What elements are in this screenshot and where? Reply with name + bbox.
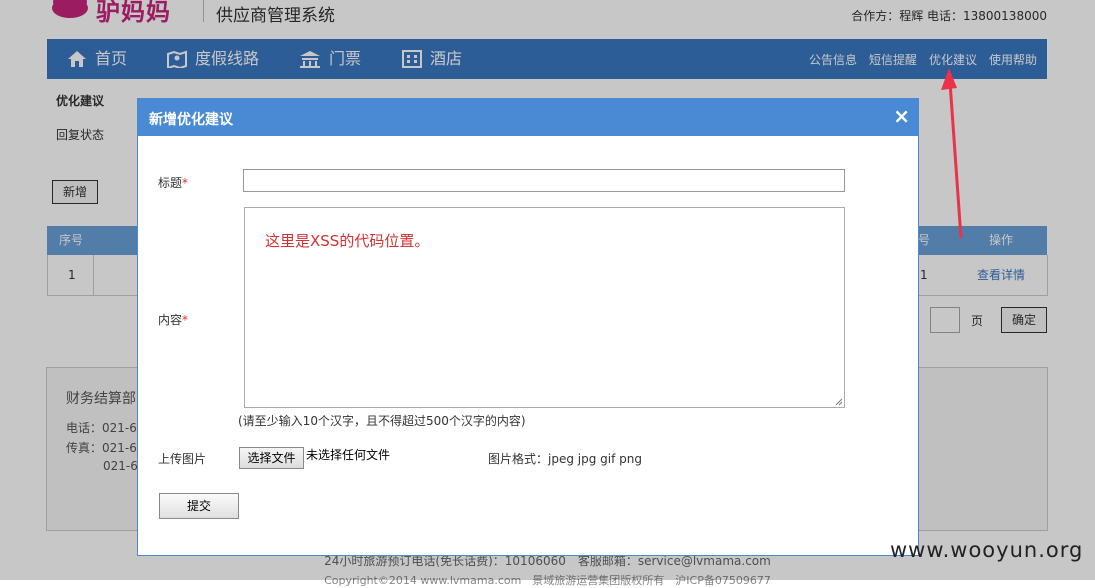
choose-file-button[interactable]: 选择文件 (239, 447, 304, 469)
title-label: 标题* (158, 174, 188, 191)
add-suggestion-dialog: 新增优化建议 × 标题* 内容* 这里是XSS的代码位置。 (请至少输入10个汉… (137, 98, 919, 556)
close-icon[interactable]: × (893, 104, 910, 128)
watermark: www.wooyun.org (890, 538, 1084, 562)
image-format-text: 图片格式：jpeg jpg gif png (488, 452, 642, 466)
resize-handle-icon[interactable] (835, 398, 843, 406)
content-hint: (请至少输入10个汉字，且不得超过500个汉字的内容) (238, 414, 526, 428)
no-file-text: 未选择任何文件 (306, 448, 391, 462)
content-label: 内容* (158, 311, 188, 328)
content-label-text: 内容 (158, 313, 183, 327)
content-textarea[interactable]: 这里是XSS的代码位置。 (244, 207, 845, 408)
required-mark: * (182, 176, 189, 190)
dialog-title: 新增优化建议 (149, 112, 233, 128)
dialog-header: 新增优化建议 × (138, 99, 918, 136)
content-value: 这里是XSS的代码位置。 (265, 232, 430, 250)
required-mark: * (182, 313, 189, 327)
upload-label: 上传图片 (158, 452, 207, 466)
title-input[interactable] (243, 169, 845, 192)
submit-button[interactable]: 提交 (159, 493, 239, 519)
title-label-text: 标题 (158, 176, 183, 190)
annotation-arrow-icon (941, 68, 963, 239)
